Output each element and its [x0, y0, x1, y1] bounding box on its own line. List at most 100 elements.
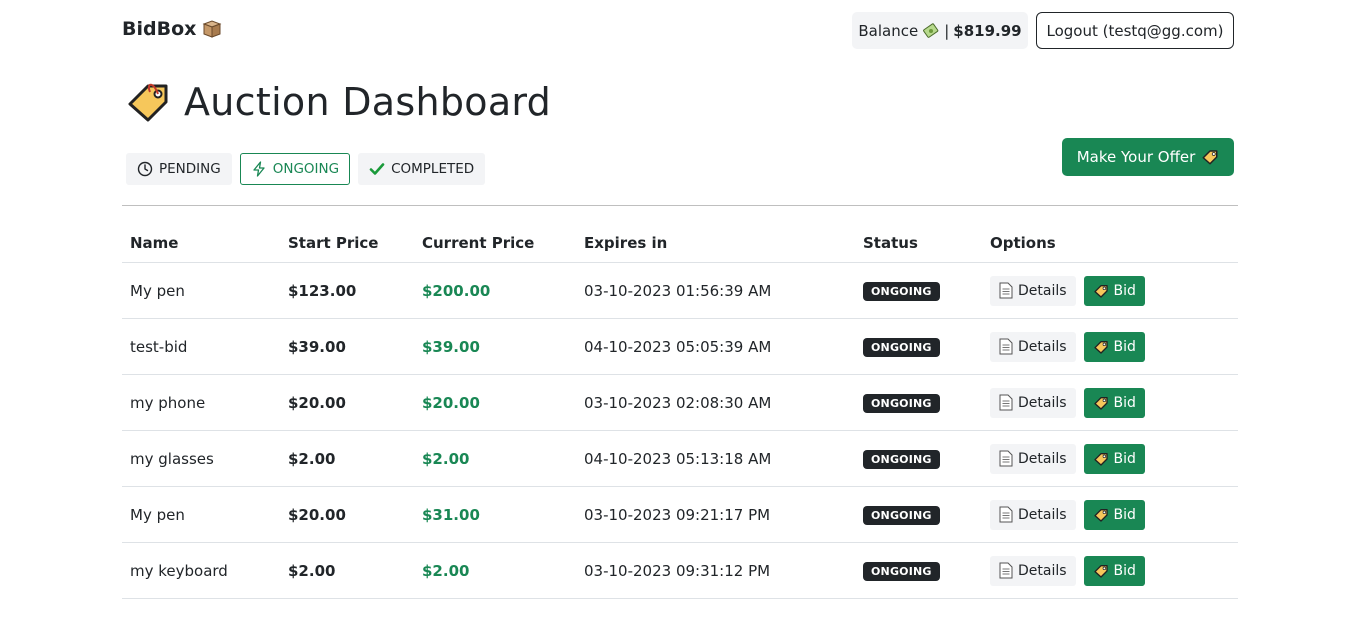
filter-ongoing-label: ONGOING [272, 161, 340, 177]
bid-button[interactable]: Bid [1083, 443, 1145, 474]
expires-at: 03-10-2023 02:08:30 AM [576, 374, 855, 431]
document-icon [999, 450, 1013, 467]
filter-pending[interactable]: PENDING [126, 153, 232, 185]
clock-icon [137, 161, 153, 177]
page-title: Auction Dashboard [184, 80, 552, 124]
price-tag-icon [1093, 563, 1109, 579]
details-button[interactable]: Details [990, 499, 1076, 530]
details-button[interactable]: Details [990, 387, 1076, 418]
price-tag-icon [1093, 283, 1109, 299]
filter-completed-label: COMPLETED [391, 161, 475, 177]
price-tag-icon [1093, 395, 1109, 411]
start-price: $2.00 [280, 542, 414, 599]
balance-label: Balance [858, 21, 919, 40]
status-cell: ONGOING [855, 318, 982, 375]
bid-button[interactable]: Bid [1083, 499, 1145, 530]
document-icon [999, 506, 1013, 523]
divider [122, 205, 1238, 206]
start-price: $2.00 [280, 430, 414, 487]
expires-at: 03-10-2023 09:31:12 PM [576, 542, 855, 599]
balance-separator: | [944, 21, 950, 40]
details-label: Details [1018, 338, 1067, 355]
bid-button[interactable]: Bid [1083, 331, 1145, 362]
table-row: My pen $20.00 $31.00 03-10-2023 09:21:17… [122, 486, 1238, 543]
item-name: my phone [122, 374, 280, 431]
page-heading: Auction Dashboard [124, 78, 551, 126]
current-price: $39.00 [414, 318, 576, 375]
col-expires-header: Expires in [576, 224, 855, 263]
expires-at: 03-10-2023 09:21:17 PM [576, 486, 855, 543]
col-options-header: Options [982, 224, 1238, 263]
table-header-row: Name Start Price Current Price Expires i… [122, 224, 1238, 263]
col-status-header: Status [855, 224, 982, 263]
details-button[interactable]: Details [990, 331, 1076, 362]
current-price: $2.00 [414, 430, 576, 487]
start-price: $123.00 [280, 262, 414, 319]
price-tag-icon [1093, 507, 1109, 523]
status-badge: ONGOING [863, 505, 940, 525]
balance-display: Balance | $819.99 [852, 12, 1028, 49]
price-tag-icon [1093, 451, 1109, 467]
details-label: Details [1018, 506, 1067, 523]
item-name: my keyboard [122, 542, 280, 599]
status-cell: ONGOING [855, 486, 982, 543]
bid-label: Bid [1113, 394, 1136, 411]
status-badge: ONGOING [863, 561, 940, 581]
col-name-header: Name [122, 224, 280, 263]
bid-button[interactable]: Bid [1083, 275, 1145, 306]
logout-button[interactable]: Logout (testq@gg.com) [1036, 12, 1234, 49]
expires-at: 04-10-2023 05:05:39 AM [576, 318, 855, 375]
status-cell: ONGOING [855, 430, 982, 487]
bid-button[interactable]: Bid [1083, 555, 1145, 586]
status-badge: ONGOING [863, 449, 940, 469]
item-name: my glasses [122, 430, 280, 487]
status-cell: ONGOING [855, 542, 982, 599]
lightning-icon [251, 161, 267, 177]
expires-at: 03-10-2023 01:56:39 AM [576, 262, 855, 319]
table-row: my glasses $2.00 $2.00 04-10-2023 05:13:… [122, 430, 1238, 487]
start-price: $20.00 [280, 486, 414, 543]
details-button[interactable]: Details [990, 275, 1076, 306]
details-button[interactable]: Details [990, 555, 1076, 586]
make-offer-label: Make Your Offer [1076, 148, 1196, 166]
current-price: $31.00 [414, 486, 576, 543]
details-label: Details [1018, 450, 1067, 467]
bid-label: Bid [1113, 506, 1136, 523]
details-label: Details [1018, 394, 1067, 411]
table-row: My pen $123.00 $200.00 03-10-2023 01:56:… [122, 262, 1238, 319]
bid-button[interactable]: Bid [1083, 387, 1145, 418]
brand-name: BidBox [122, 18, 197, 40]
details-label: Details [1018, 282, 1067, 299]
start-price: $39.00 [280, 318, 414, 375]
expires-at: 04-10-2023 05:13:18 AM [576, 430, 855, 487]
table-row: my phone $20.00 $20.00 03-10-2023 02:08:… [122, 374, 1238, 431]
start-price: $20.00 [280, 374, 414, 431]
bid-label: Bid [1113, 338, 1136, 355]
filter-completed[interactable]: COMPLETED [358, 153, 486, 185]
details-button[interactable]: Details [990, 443, 1076, 474]
item-name: My pen [122, 486, 280, 543]
document-icon [999, 394, 1013, 411]
status-badge: ONGOING [863, 281, 940, 301]
check-icon [369, 161, 385, 177]
auctions-table: Name Start Price Current Price Expires i… [122, 224, 1238, 599]
status-filters: PENDING ONGOING COMPLETED [126, 153, 486, 185]
make-offer-button[interactable]: Make Your Offer [1062, 138, 1234, 176]
price-tag-icon [124, 78, 172, 126]
bid-label: Bid [1113, 450, 1136, 467]
price-tag-icon [1201, 148, 1219, 166]
bid-label: Bid [1113, 562, 1136, 579]
options-cell: Details Bid [982, 374, 1238, 431]
item-name: test-bid [122, 318, 280, 375]
brand[interactable]: BidBox [122, 18, 222, 40]
table-row: my keyboard $2.00 $2.00 03-10-2023 09:31… [122, 542, 1238, 599]
table-row: test-bid $39.00 $39.00 04-10-2023 05:05:… [122, 318, 1238, 375]
price-tag-icon [1093, 339, 1109, 355]
document-icon [999, 338, 1013, 355]
options-cell: Details Bid [982, 486, 1238, 543]
current-price: $200.00 [414, 262, 576, 319]
status-cell: ONGOING [855, 262, 982, 319]
filter-ongoing[interactable]: ONGOING [239, 153, 351, 185]
document-icon [999, 282, 1013, 299]
package-icon [202, 19, 222, 39]
